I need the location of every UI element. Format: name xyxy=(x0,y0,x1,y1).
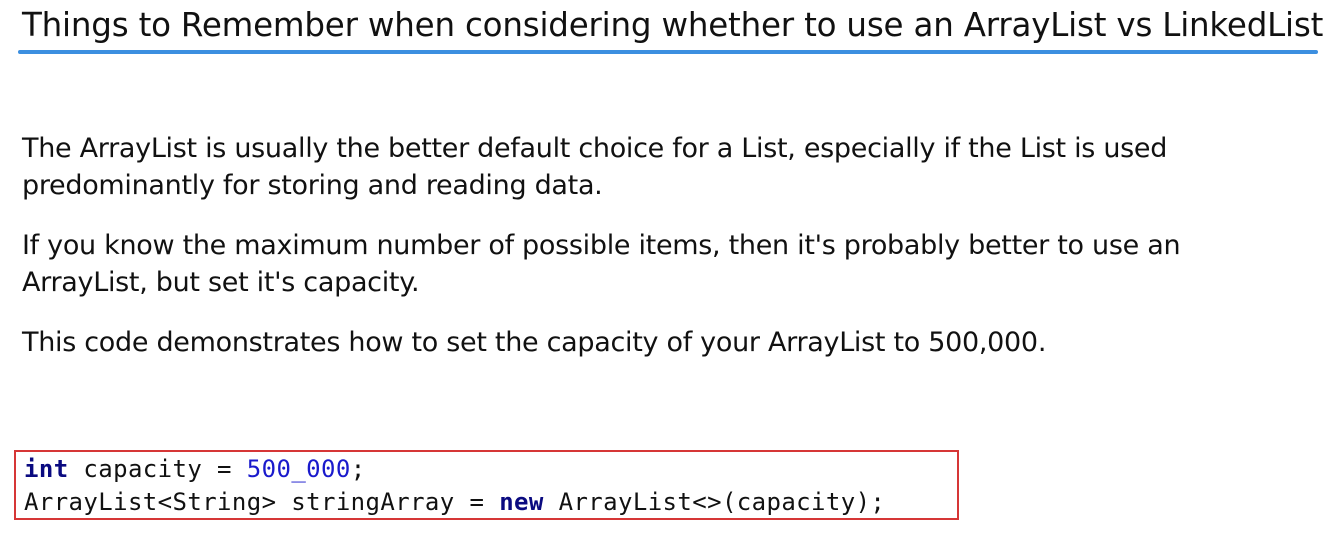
code-keyword-int: int xyxy=(24,455,69,483)
code-snippet-box: int capacity = 500_000; ArrayList<String>… xyxy=(14,450,959,520)
code-snippet: int capacity = 500_000; ArrayList<String>… xyxy=(24,453,885,519)
code-text: capacity = xyxy=(68,455,247,483)
code-keyword-new: new xyxy=(499,488,544,516)
paragraph-set-capacity: If you know the maximum number of possib… xyxy=(22,230,1181,298)
paragraph-arraylist-default: The ArrayList is usually the better defa… xyxy=(22,133,1168,201)
code-text: ; xyxy=(350,455,366,483)
code-number-literal: 500_000 xyxy=(246,455,351,483)
slide: Things to Remember when considering whet… xyxy=(0,0,1331,556)
code-line-1: int capacity = 500_000; xyxy=(24,453,885,486)
paragraph-code-intro: This code demonstrates how to set the ca… xyxy=(22,327,1047,358)
slide-title: Things to Remember when considering whet… xyxy=(22,6,1324,44)
code-text: ArrayList<>(capacity); xyxy=(543,488,886,516)
title-underline xyxy=(18,50,1318,54)
code-text: ArrayList<String> stringArray = xyxy=(24,488,500,516)
code-line-2: ArrayList<String> stringArray = new Arra… xyxy=(24,486,885,519)
